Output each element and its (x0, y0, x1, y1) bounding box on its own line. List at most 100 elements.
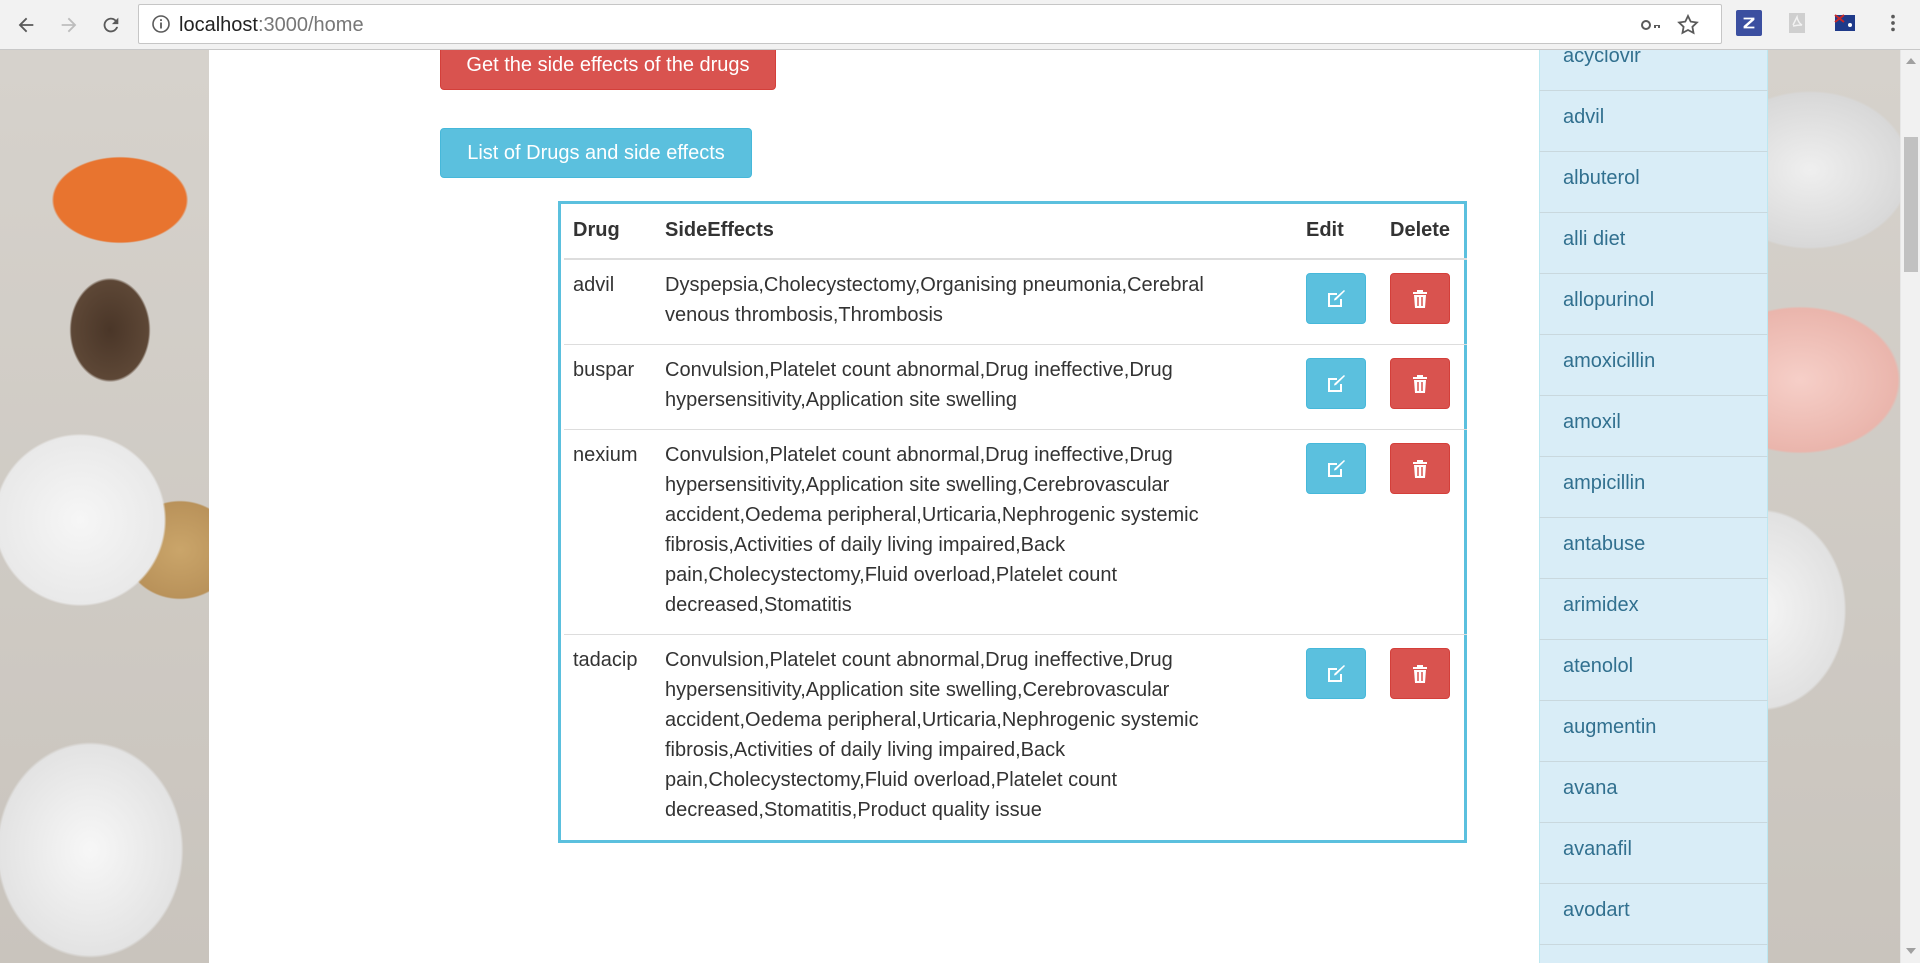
drug-list-label: antabuse (1563, 533, 1646, 555)
flag-extension-icon[interactable] (1832, 10, 1858, 36)
edit-icon (1328, 459, 1345, 477)
forward-button[interactable] (52, 8, 86, 42)
address-bar[interactable]: localhost:3000/home (138, 4, 1722, 44)
delete-button[interactable] (1390, 648, 1450, 699)
drug-list-item[interactable]: acyclovir (1539, 50, 1768, 91)
drug-list-item[interactable]: amoxil (1539, 396, 1768, 457)
row-divider (564, 634, 1467, 635)
document-icon (1789, 13, 1805, 33)
side-effects-line: Dyspepsia,Cholecystectomy,Organising pne… (665, 274, 1204, 296)
side-effects-line: pain,Cholecystectomy,Fluid overload,Plat… (665, 564, 1118, 586)
drug-list-label: avana (1563, 777, 1618, 799)
edit-button[interactable] (1306, 273, 1366, 324)
drug-name: advil (573, 274, 615, 296)
side-effects-line: accident,Oedema peripheral,Urticaria,Nep… (665, 709, 1199, 731)
side-effects-text: Convulsion,Platelet count abnormal,Drug … (665, 645, 1199, 825)
z-letter-icon (1743, 17, 1755, 29)
flag-icon (1834, 14, 1855, 31)
side-effects-line: decreased,Stomatitis,Product quality iss… (665, 799, 1042, 821)
delete-button[interactable] (1390, 358, 1450, 409)
scrollbar-thumb[interactable] (1904, 137, 1918, 272)
drug-list-label: avanafil (1563, 838, 1632, 860)
page-scrollbar[interactable] (1900, 50, 1920, 963)
drug-list-label: amoxicillin (1563, 350, 1656, 372)
drug-list-item[interactable]: alli diet (1539, 213, 1768, 274)
side-effects-line: hypersensitivity,Application site swelli… (665, 679, 1170, 701)
trash-icon (1413, 664, 1427, 683)
header-side-effects: SideEffects (665, 219, 774, 241)
drug-list-item[interactable]: avana (1539, 762, 1768, 823)
list-drugs-button[interactable]: List of Drugs and side effects (440, 128, 752, 178)
drug-list-label: acyclovir (1563, 50, 1641, 67)
reload-icon (103, 17, 119, 33)
drug-list-label: advil (1563, 106, 1605, 128)
arrow-left-icon (18, 17, 34, 33)
key-icon[interactable] (1639, 13, 1663, 37)
drug-list-item[interactable]: allopurinol (1539, 274, 1768, 335)
browser-menu-button[interactable] (1880, 10, 1906, 36)
drug-list-item[interactable]: albuterol (1539, 152, 1768, 213)
side-effects-line: fibrosis,Activities of daily living impa… (665, 534, 1066, 556)
edit-icon (1328, 664, 1345, 682)
drug-name: tadacip (573, 649, 638, 671)
drug-list-item[interactable]: advil (1539, 91, 1768, 152)
drug-list: acyclovir advil albuterol alli diet allo… (1539, 50, 1768, 963)
side-effects-text: Convulsion,Platelet count abnormal,Drug … (665, 355, 1173, 415)
url-host: localhost (179, 14, 258, 36)
page-viewport: Get the side effects of the drugs List o… (0, 50, 1900, 963)
main-container: Get the side effects of the drugs List o… (209, 50, 1768, 963)
drug-list-item[interactable] (1539, 945, 1768, 963)
drugs-table: Drug SideEffects Edit Delete advil Dyspe… (558, 201, 1467, 843)
side-effects-line: Convulsion,Platelet count abnormal,Drug … (665, 444, 1173, 466)
edit-button[interactable] (1306, 358, 1366, 409)
side-effects-line: venous thrombosis,Thrombosis (665, 304, 943, 326)
drug-list-label: alli diet (1563, 228, 1626, 250)
drug-list-label: avodart (1563, 899, 1630, 921)
scroll-down-arrow-icon[interactable] (1906, 948, 1916, 954)
drug-list-item[interactable]: atenolol (1539, 640, 1768, 701)
drug-list-label: augmentin (1563, 716, 1657, 738)
drug-list-item[interactable]: avodart (1539, 884, 1768, 945)
pdf-extension-icon[interactable] (1784, 10, 1810, 36)
info-icon[interactable] (151, 14, 171, 34)
side-effects-line: decreased,Stomatitis (665, 594, 852, 616)
zotero-extension-icon[interactable] (1736, 10, 1762, 36)
drug-list-label: amoxil (1563, 411, 1621, 433)
kebab-menu-icon (1891, 14, 1895, 32)
side-effects-line: fibrosis,Activities of daily living impa… (665, 739, 1066, 761)
delete-button[interactable] (1390, 273, 1450, 324)
edit-icon (1328, 289, 1345, 307)
back-button[interactable] (9, 8, 43, 42)
trash-icon (1413, 459, 1427, 478)
side-effects-button[interactable]: Get the side effects of the drugs (440, 50, 776, 90)
side-effects-line: Convulsion,Platelet count abnormal,Drug … (665, 359, 1173, 381)
side-effects-line: hypersensitivity,Application site swelli… (665, 389, 1018, 411)
drug-list-item[interactable]: arimidex (1539, 579, 1768, 640)
reload-button[interactable] (94, 8, 128, 42)
drug-list-item[interactable]: antabuse (1539, 518, 1768, 579)
edit-icon (1328, 374, 1345, 392)
drug-name: nexium (573, 444, 638, 466)
drug-list-label: albuterol (1563, 167, 1640, 189)
trash-icon (1413, 289, 1427, 308)
star-icon[interactable] (1676, 13, 1700, 37)
side-effects-line: accident,Oedema peripheral,Urticaria,Nep… (665, 504, 1199, 526)
side-effects-line: hypersensitivity,Application site swelli… (665, 474, 1170, 496)
edit-button[interactable] (1306, 648, 1366, 699)
header-edit: Edit (1306, 219, 1344, 241)
drug-name: buspar (573, 359, 635, 381)
url-text[interactable]: localhost:3000/home (179, 14, 364, 37)
drug-list-item[interactable]: augmentin (1539, 701, 1768, 762)
delete-button[interactable] (1390, 443, 1450, 494)
header-drug: Drug (573, 219, 620, 241)
drug-list-item[interactable]: avanafil (1539, 823, 1768, 884)
drug-list-item[interactable]: ampicillin (1539, 457, 1768, 518)
edit-button[interactable] (1306, 443, 1366, 494)
browser-toolbar: localhost:3000/home (0, 0, 1920, 50)
scroll-up-arrow-icon[interactable] (1906, 58, 1916, 64)
drug-list-label: ampicillin (1563, 472, 1646, 494)
trash-icon (1413, 374, 1427, 393)
url-path: :3000/home (257, 14, 364, 36)
drug-list-item[interactable]: amoxicillin (1539, 335, 1768, 396)
row-divider (564, 344, 1467, 345)
